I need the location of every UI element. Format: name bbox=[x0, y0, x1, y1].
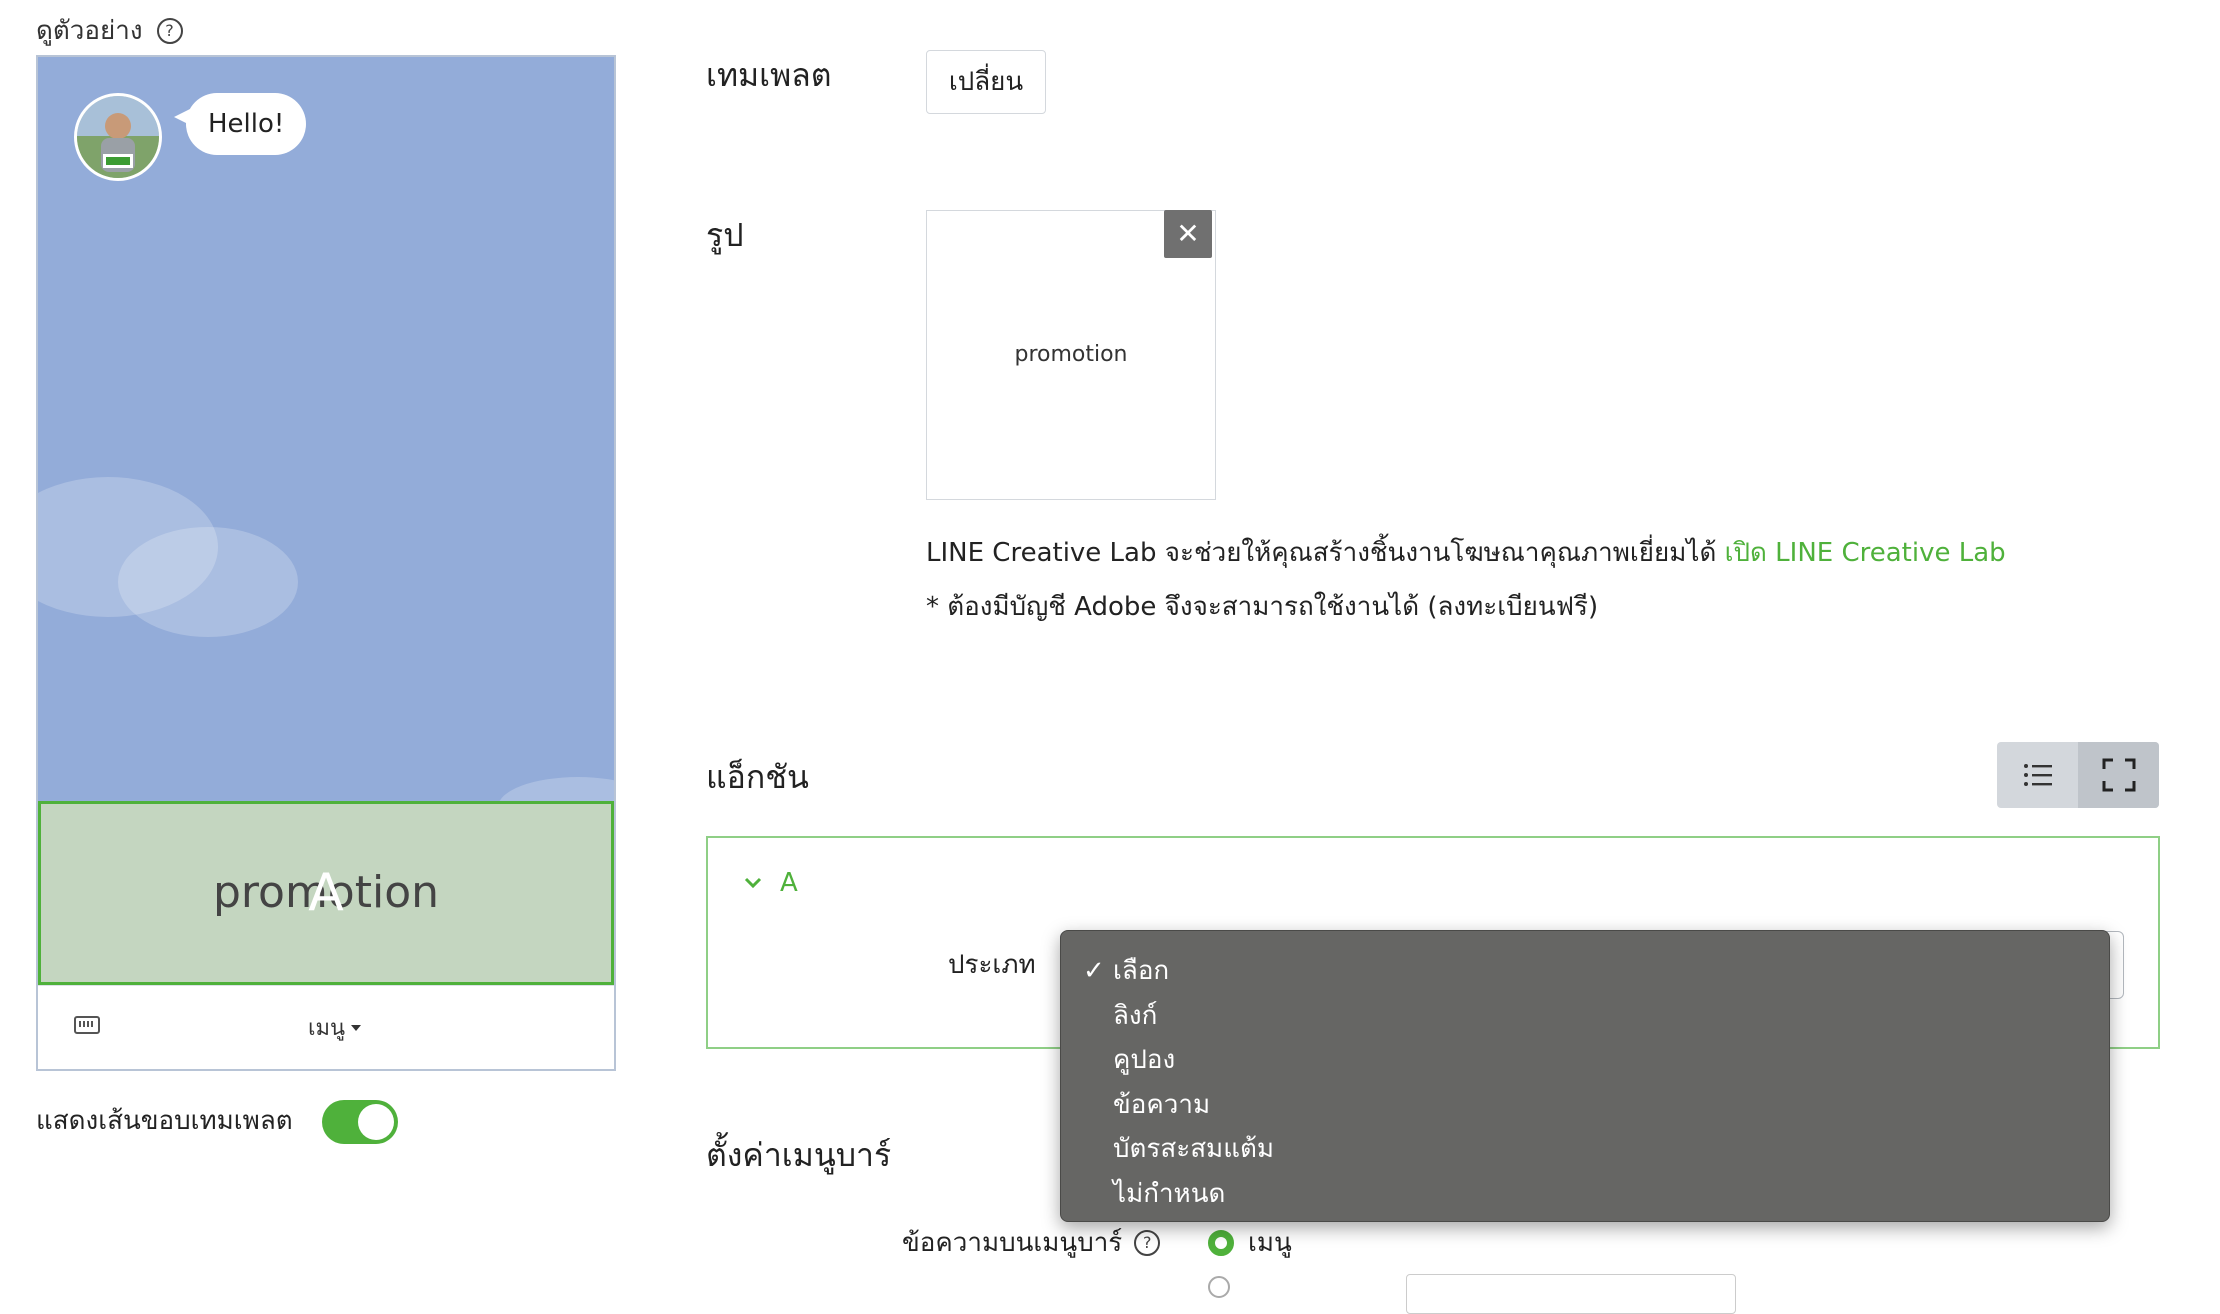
change-template-button[interactable]: เปลี่ยน bbox=[926, 50, 1046, 114]
radio-selected-icon bbox=[1208, 1229, 1234, 1256]
avatar bbox=[74, 93, 162, 181]
adobe-note: * ต้องมีบัญชี Adobe จึงจะสามารถใช้งานได้… bbox=[926, 592, 1599, 622]
caret-down-icon bbox=[351, 1024, 362, 1031]
type-label: ประเภท bbox=[948, 950, 1036, 980]
menubar-custom-text-input[interactable] bbox=[1406, 1274, 1736, 1314]
close-icon[interactable]: ✕ bbox=[1164, 210, 1212, 258]
menu-toggle[interactable]: เมนู bbox=[308, 1010, 362, 1045]
image-label: รูป bbox=[706, 216, 744, 254]
area-a-header[interactable]: A bbox=[744, 868, 798, 898]
radio-option-custom[interactable] bbox=[1208, 1276, 1230, 1298]
dropdown-option-coupon[interactable]: คูปอง bbox=[1061, 1038, 2109, 1083]
question-circle-icon[interactable]: ? bbox=[156, 17, 183, 44]
menu-toggle-label: เมนู bbox=[308, 1016, 346, 1041]
type-dropdown-menu: ✓ เลือก ลิงก์ คูปอง ข้อความ บัตรสะสมแต้ม… bbox=[1060, 930, 2110, 1222]
chat-bubble: Hello! bbox=[173, 93, 307, 155]
cloud-decoration bbox=[118, 527, 298, 637]
template-label: เทมเพลต bbox=[706, 56, 832, 94]
fullscreen-icon[interactable] bbox=[2078, 742, 2159, 808]
menubar-settings-title: ตั้งค่าเมนูบาร์ bbox=[706, 1136, 892, 1174]
dropdown-option-reward-card[interactable]: บัตรสะสมแต้ม bbox=[1061, 1127, 2109, 1172]
dropdown-option-link[interactable]: ลิงก์ bbox=[1061, 994, 2109, 1039]
menubar-text-label: ข้อความบนเมนูบาร์ bbox=[902, 1228, 1123, 1258]
rich-menu-area[interactable]: promotion A bbox=[38, 801, 614, 985]
dropdown-option-label: ข้อความ bbox=[1113, 1089, 1211, 1120]
area-name: A bbox=[780, 868, 798, 898]
creative-lab-link[interactable]: เปิด LINE Creative Lab bbox=[1725, 538, 2006, 568]
dropdown-option-label: เลือก bbox=[1113, 956, 1170, 986]
show-border-label: แสดงเส้นขอบเทมเพลต bbox=[36, 1106, 293, 1136]
chat-menu-bar: เมนู bbox=[38, 985, 614, 1069]
menubar-text-label-row: ข้อความบนเมนูบาร์ ? bbox=[902, 1222, 1161, 1263]
phone-preview: Hello! promotion A เมนู bbox=[36, 55, 616, 1071]
creative-lab-text: LINE Creative Lab จะช่วยให้คุณสร้างชิ้นง… bbox=[926, 538, 1725, 568]
checkmark-icon: ✓ bbox=[1083, 956, 1105, 986]
show-border-toggle[interactable] bbox=[322, 1100, 398, 1144]
dropdown-option-select[interactable]: ✓ เลือก bbox=[1061, 949, 2109, 994]
dropdown-option-label: คูปอง bbox=[1113, 1045, 1176, 1075]
dropdown-option-label: ไม่กำหนด bbox=[1113, 1178, 1226, 1209]
chat-background: Hello! bbox=[38, 57, 614, 801]
toggle-knob bbox=[358, 1104, 394, 1140]
creative-lab-line: LINE Creative Lab จะช่วยให้คุณสร้างชิ้นง… bbox=[926, 532, 2006, 573]
dropdown-option-none[interactable]: ไม่กำหนด bbox=[1061, 1172, 2109, 1217]
avatar-image bbox=[77, 96, 159, 178]
action-label: แอ็กชัน bbox=[706, 758, 809, 796]
keyboard-icon[interactable] bbox=[74, 1016, 100, 1034]
dropdown-option-message[interactable]: ข้อความ bbox=[1061, 1083, 2109, 1128]
radio-option-menu[interactable]: เมนู bbox=[1208, 1222, 1292, 1263]
radio-option-menu-label: เมนู bbox=[1248, 1228, 1292, 1258]
list-icon[interactable] bbox=[1997, 742, 2078, 808]
area-letter: A bbox=[308, 863, 344, 923]
preview-heading: ดูตัวอย่าง ? bbox=[36, 10, 183, 51]
view-toggle bbox=[1997, 742, 2159, 808]
preview-label: ดูตัวอย่าง bbox=[36, 16, 143, 46]
dropdown-option-label: ลิงก์ bbox=[1113, 1000, 1158, 1031]
question-circle-icon[interactable]: ? bbox=[1134, 1229, 1161, 1256]
cloud-decoration bbox=[498, 777, 614, 801]
dropdown-option-label: บัตรสะสมแต้ม bbox=[1113, 1134, 1274, 1164]
chevron-down-icon bbox=[744, 877, 762, 889]
